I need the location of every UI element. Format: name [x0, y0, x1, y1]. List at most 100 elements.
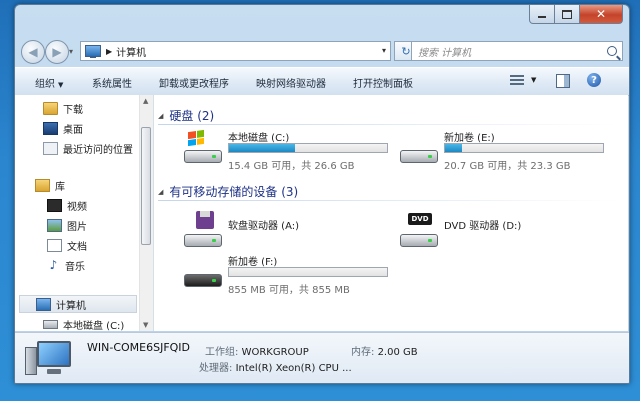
drive-usage-bar [228, 143, 388, 153]
hard-disk-icon [400, 137, 438, 163]
processor-info: 处理器: Intel(R) Xeon(R) CPU ... [199, 359, 352, 374]
recent-pages-icon[interactable]: ▾ [69, 47, 73, 56]
nav-item-videos[interactable]: 视频 [47, 196, 153, 214]
back-arrow-icon: ◀ [28, 45, 38, 59]
drive-item-f[interactable]: 新加卷 (F:) 855 MB 可用，共 855 MB [184, 253, 394, 297]
floppy-drive-icon [184, 211, 222, 247]
address-bar[interactable]: ▶ 计算机 ▾ [80, 41, 391, 61]
collapse-group-icon[interactable]: ◢ [158, 188, 163, 196]
nav-item-local-disk-c[interactable]: 本地磁盘 (C:) [43, 315, 139, 331]
search-input[interactable]: 搜索 计算机 [411, 41, 623, 61]
nav-item-pictures[interactable]: 图片 [47, 216, 153, 234]
drive-usage-bar [444, 143, 604, 153]
nav-item-label: 下载 [63, 104, 83, 116]
organize-button[interactable]: 组织 ▼ [35, 75, 63, 90]
uninstall-program-button[interactable]: 卸载或更改程序 [159, 75, 229, 90]
nav-item-documents[interactable]: 文档 [47, 236, 153, 254]
drive-item-a[interactable]: 软盘驱动器 (A:) [184, 211, 384, 249]
nav-item-music[interactable]: ♪ 音乐 [47, 256, 153, 274]
scrollbar-thumb[interactable] [141, 127, 151, 245]
nav-item-computer[interactable]: 计算机 [19, 295, 137, 313]
group-header-removable-storage[interactable]: ◢ 有可移动存储的设备 (3) [158, 183, 618, 201]
drive-space-info: 15.4 GB 可用，共 26.6 GB [228, 161, 355, 172]
address-location[interactable]: 计算机 [116, 44, 146, 59]
close-icon: ✕ [595, 7, 607, 21]
nav-item-recent-places[interactable]: 最近访问的位置 [43, 139, 153, 157]
drive-usage-bar [228, 267, 388, 277]
drive-space-info: 20.7 GB 可用，共 23.3 GB [444, 161, 571, 172]
drive-space-info: 855 MB 可用，共 855 MB [228, 285, 350, 296]
search-placeholder: 搜索 计算机 [418, 47, 472, 59]
computer-icon [36, 297, 51, 311]
preview-pane-button[interactable] [556, 74, 570, 88]
drive-item-d[interactable]: DVD DVD 驱动器 (D:) [400, 213, 600, 249]
search-icon[interactable] [607, 46, 617, 56]
memory-label: 内存: [351, 347, 375, 358]
workgroup-info: 工作组: WORKGROUP [205, 343, 309, 358]
organize-label: 组织 [35, 79, 55, 90]
help-icon: ? [591, 74, 597, 86]
chevron-down-icon: ▼ [58, 81, 64, 89]
change-view-icon[interactable] [510, 75, 524, 87]
close-button[interactable]: ✕ [580, 5, 623, 24]
nav-item-desktop[interactable]: 桌面 [43, 119, 153, 137]
minimize-button[interactable] [529, 5, 555, 24]
map-network-drive-button[interactable]: 映射网络驱动器 [256, 75, 326, 90]
videos-icon [47, 198, 62, 212]
local-disk-icon [184, 129, 222, 163]
nav-item-label: 图片 [67, 221, 87, 233]
memory-info: 内存: 2.00 GB [351, 343, 418, 358]
drive-item-c[interactable]: 本地磁盘 (C:) 15.4 GB 可用，共 26.6 GB [184, 129, 394, 173]
back-button[interactable]: ◀ [21, 40, 45, 64]
scroll-up-icon[interactable]: ▲ [143, 97, 148, 105]
drive-name: DVD 驱动器 (D:) [444, 221, 522, 232]
dvd-drive-icon: DVD [400, 213, 438, 247]
nav-item-label: 文档 [67, 241, 87, 253]
nav-item-libraries[interactable]: 库 [35, 176, 153, 194]
forward-button[interactable]: ▶ [45, 40, 69, 64]
collapse-group-icon[interactable]: ◢ [158, 112, 163, 120]
nav-item-downloads[interactable]: 下载 [43, 99, 153, 117]
content-pane: ◢ 硬盘 (2) 本地磁盘 (C:) 15.4 GB 可用，共 26.6 GB … [154, 95, 628, 331]
system-properties-button[interactable]: 系统属性 [92, 75, 132, 90]
workgroup-label: 工作组: [205, 347, 239, 358]
computer-tower-icon [25, 347, 37, 375]
breadcrumb-separator-icon[interactable]: ▶ [106, 47, 112, 56]
dvd-badge: DVD [408, 213, 432, 225]
nav-item-label: 本地磁盘 (C:) [63, 320, 125, 332]
help-button[interactable]: ? [587, 73, 601, 87]
memory-value: 2.00 GB [377, 347, 418, 358]
drive-name: 新加卷 (E:) [444, 133, 495, 144]
address-dropdown-icon[interactable]: ▾ [382, 46, 386, 55]
downloads-folder-icon [43, 101, 58, 115]
open-control-panel-button[interactable]: 打开控制面板 [353, 75, 413, 90]
group-title: 硬盘 (2) [169, 109, 215, 123]
group-divider [158, 124, 618, 125]
processor-label: 处理器: [199, 363, 233, 374]
drive-item-e[interactable]: 新加卷 (E:) 20.7 GB 可用，共 23.3 GB [400, 129, 610, 173]
explorer-window: ✕ ◀ ▶ ▾ ▶ 计算机 ▾ ↻ 搜索 计算机 组织 ▼ 系统属性 卸载或更改程… [14, 4, 630, 384]
workgroup-value: WORKGROUP [241, 347, 309, 358]
recent-places-icon [43, 141, 58, 155]
nav-pane-scrollbar[interactable]: ▲ ▼ [139, 95, 153, 331]
command-bar: 组织 ▼ 系统属性 卸载或更改程序 映射网络驱动器 打开控制面板 ▼ ? [15, 67, 629, 96]
computer-monitor-icon [37, 341, 71, 374]
pictures-icon [47, 218, 62, 232]
processor-value: Intel(R) Xeon(R) CPU ... [235, 363, 352, 374]
nav-item-label: 视频 [67, 201, 87, 213]
minimize-icon [538, 16, 546, 18]
nav-item-label: 音乐 [65, 261, 85, 273]
nav-item-label: 最近访问的位置 [63, 144, 133, 156]
group-title: 有可移动存储的设备 (3) [169, 185, 299, 199]
computer-name: WIN-COME6SJFQID [87, 341, 191, 354]
view-dropdown-icon[interactable]: ▼ [531, 76, 536, 84]
scroll-down-icon[interactable]: ▼ [143, 321, 148, 329]
maximize-button[interactable] [555, 5, 580, 24]
group-divider [158, 200, 618, 201]
caption-buttons: ✕ [529, 5, 623, 24]
group-header-hard-disks[interactable]: ◢ 硬盘 (2) [158, 107, 618, 125]
computer-icon [85, 45, 101, 58]
drive-name: 软盘驱动器 (A:) [228, 221, 300, 232]
forward-arrow-icon: ▶ [52, 45, 62, 59]
details-pane: WIN-COME6SJFQID 工作组: WORKGROUP 内存: 2.00 … [15, 332, 629, 383]
